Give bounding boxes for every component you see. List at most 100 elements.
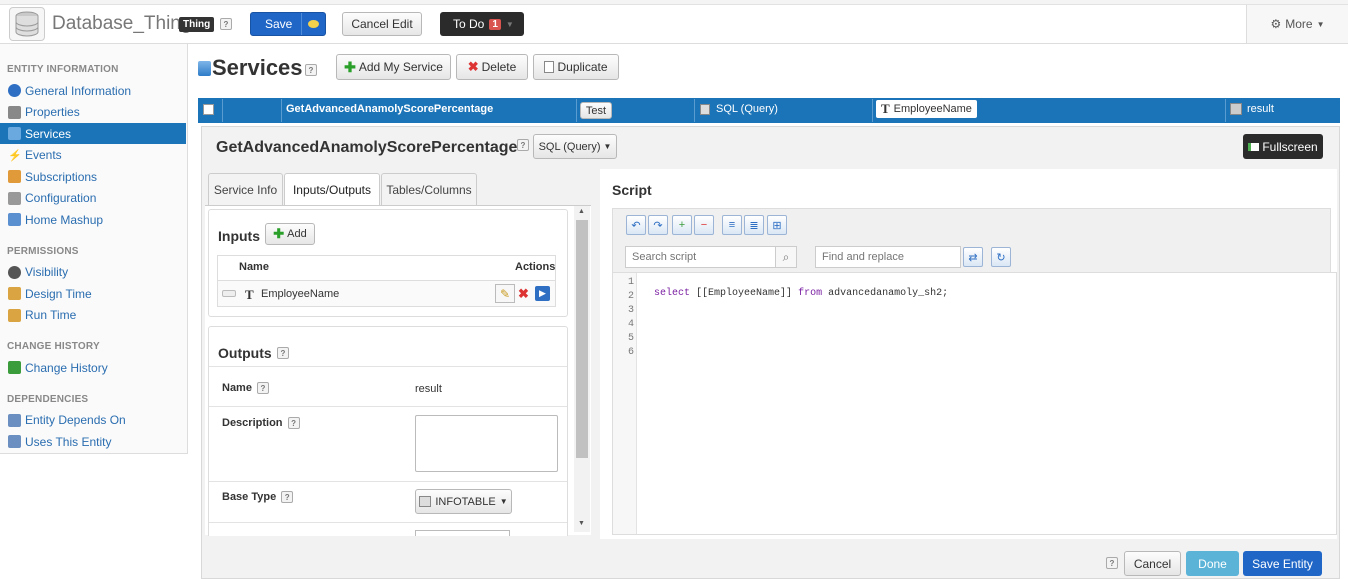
- sidebar-item-label: Change History: [25, 360, 108, 375]
- outputs-divider: [209, 366, 567, 367]
- indent-icon[interactable]: ≡: [722, 215, 742, 235]
- find-replace-input[interactable]: [815, 246, 961, 268]
- editor-service-name: GetAdvancedAnamolyScorePercentage: [216, 139, 518, 156]
- subscriptions-icon: [8, 170, 21, 183]
- sidebar-item-label: Run Time: [25, 308, 77, 322]
- service-row-name: GetAdvancedAnamolyScorePercentage: [286, 103, 494, 115]
- todo-button[interactable]: To Do 1 ▼: [440, 12, 524, 36]
- add-snippet-icon[interactable]: +: [672, 215, 692, 235]
- sidebar-item-design-time[interactable]: Design Time: [0, 283, 186, 304]
- redo-icon[interactable]: ↷: [648, 215, 668, 235]
- search-icon[interactable]: ⌕: [775, 246, 797, 268]
- service-row-type: SQL (Query): [716, 103, 778, 115]
- sidebar-item-services[interactable]: Services: [0, 123, 186, 144]
- duplicate-icon: [544, 61, 555, 73]
- fullscreen-button[interactable]: Fullscreen: [1243, 134, 1323, 159]
- string-type-icon: T: [245, 287, 254, 302]
- sidebar-item-run-time[interactable]: Run Time: [0, 305, 186, 326]
- help-icon[interactable]: ?: [287, 417, 300, 429]
- save-button[interactable]: Save: [250, 12, 326, 36]
- sidebar-item-general-information[interactable]: General Information: [0, 80, 186, 101]
- sidebar-item-visibility[interactable]: Visibility: [0, 262, 186, 283]
- test-service-button[interactable]: Test: [580, 102, 612, 119]
- caret-down-icon: ▼: [1316, 19, 1325, 29]
- save-entity-button[interactable]: Save Entity: [1243, 551, 1322, 576]
- editor-help-icon[interactable]: ?: [517, 139, 529, 151]
- undo-icon[interactable]: ↶: [626, 215, 646, 235]
- output-description-field[interactable]: [415, 415, 558, 472]
- sidebar-item-uses-this-entity[interactable]: Uses This Entity: [0, 431, 186, 452]
- replace-icon[interactable]: ⇄: [963, 247, 983, 267]
- replace-all-icon[interactable]: ↻: [991, 247, 1011, 267]
- add-input-button[interactable]: ✚ Add: [265, 223, 315, 245]
- sidebar-item-label: Design Time: [25, 286, 92, 301]
- inputs-title: Inputs: [218, 228, 260, 244]
- row-divider: [694, 99, 695, 122]
- delete-service-button[interactable]: ✖ Delete: [456, 54, 528, 80]
- duplicate-service-button[interactable]: Duplicate: [533, 54, 619, 80]
- label-text: Base Type: [222, 491, 277, 503]
- code-editor[interactable]: [612, 272, 1337, 535]
- done-button[interactable]: Done: [1186, 551, 1239, 576]
- service-type-select[interactable]: SQL (Query) ▼: [533, 134, 617, 159]
- tab-service-info[interactable]: Service Info: [208, 173, 283, 205]
- services-help-icon[interactable]: ?: [305, 64, 317, 76]
- code-keyword: select: [654, 288, 691, 299]
- input-chip: T EmployeeName: [876, 100, 977, 118]
- add-my-service-button[interactable]: ✚ Add My Service: [336, 54, 451, 80]
- arrow-right-icon[interactable]: ▶: [535, 286, 550, 301]
- services-icon: [198, 61, 211, 76]
- scroll-up-icon[interactable]: ▲: [578, 208, 585, 215]
- line-number: 3: [627, 305, 634, 316]
- test-label: Test: [585, 104, 607, 117]
- edit-pencil-icon[interactable]: ✎: [495, 284, 515, 303]
- sidebar-section-title: ENTITY INFORMATION: [7, 64, 119, 75]
- outputs-help-icon[interactable]: ?: [277, 347, 289, 359]
- base-type-select[interactable]: INFOTABLE ▼: [415, 489, 512, 514]
- sidebar-item-properties[interactable]: Properties: [0, 102, 186, 123]
- row-divider: [222, 99, 223, 122]
- services-icon: [8, 127, 21, 140]
- help-icon[interactable]: ?: [256, 382, 269, 394]
- scroll-down-icon[interactable]: ▼: [578, 520, 585, 527]
- add-my-service-label: Add My Service: [358, 60, 443, 74]
- drag-handle-icon[interactable]: [222, 290, 236, 297]
- tab-inputs-outputs[interactable]: Inputs/Outputs: [284, 173, 380, 206]
- code-line-1[interactable]: select [[EmployeeName]] from advancedana…: [642, 277, 948, 299]
- label-text: Description: [222, 417, 283, 429]
- sidebar-item-home-mashup[interactable]: Home Mashup: [0, 209, 186, 230]
- sidebar-item-configuration[interactable]: Configuration: [0, 188, 186, 209]
- more-menu-button[interactable]: ⚙ More ▼: [1246, 5, 1348, 43]
- gear-icon: ⚙: [1270, 17, 1282, 31]
- sidebar-item-label: Subscriptions: [25, 169, 98, 184]
- delete-x-icon[interactable]: ✖: [516, 286, 531, 301]
- sidebar-item-subscriptions[interactable]: Subscriptions: [0, 166, 186, 187]
- sidebar-item-entity-depends-on[interactable]: Entity Depends On: [0, 410, 186, 431]
- fullscreen-label: Fullscreen: [1262, 139, 1318, 154]
- footer-cancel-button[interactable]: Cancel: [1124, 551, 1181, 576]
- base-type-value: INFOTABLE: [435, 495, 496, 508]
- top-strip: [0, 0, 1348, 5]
- tab-tables-columns[interactable]: Tables/Columns: [381, 173, 477, 205]
- entity-type-badge: Thing: [179, 17, 215, 32]
- help-icon[interactable]: ?: [281, 491, 294, 503]
- remove-snippet-icon[interactable]: −: [694, 215, 714, 235]
- outdent-icon[interactable]: ≣: [744, 215, 764, 235]
- search-script-input[interactable]: [625, 246, 776, 268]
- row-checkbox[interactable]: [203, 104, 214, 115]
- user-icon: [8, 287, 21, 300]
- entity-help-icon[interactable]: ?: [220, 18, 232, 30]
- delete-x-icon: ✖: [467, 59, 479, 74]
- comment-icon[interactable]: [301, 13, 325, 35]
- scrollbar-thumb[interactable]: [576, 220, 588, 458]
- output-base-type-label: Base Type?: [222, 491, 294, 503]
- inputs-col-actions: Actions: [515, 261, 556, 273]
- sidebar-item-events[interactable]: ⚡ Events: [0, 145, 186, 166]
- properties-icon: [8, 105, 21, 119]
- footer-help-icon[interactable]: ?: [1106, 557, 1118, 569]
- sidebar-item-label: Home Mashup: [25, 212, 104, 227]
- format-icon[interactable]: ⊞: [767, 215, 787, 235]
- sidebar-item-change-history[interactable]: Change History: [0, 357, 186, 378]
- cancel-edit-button[interactable]: Cancel Edit: [342, 12, 422, 36]
- caret-down-icon: ▼: [603, 142, 612, 151]
